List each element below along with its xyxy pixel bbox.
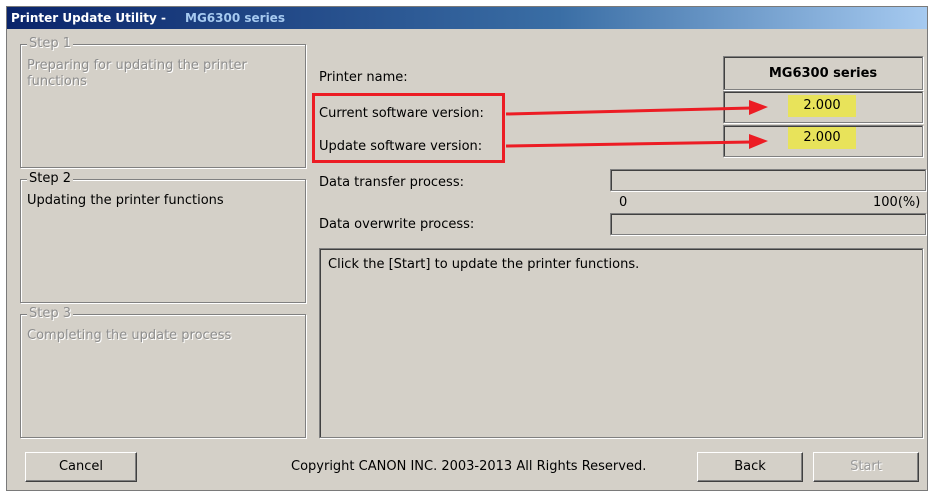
annotation-arrows — [505, 100, 768, 149]
arrow-update-version-line — [505, 140, 753, 148]
arrow-current-version-line — [505, 106, 753, 116]
arrow-current-version-head — [749, 100, 768, 115]
arrow-update-version-head — [749, 134, 768, 149]
